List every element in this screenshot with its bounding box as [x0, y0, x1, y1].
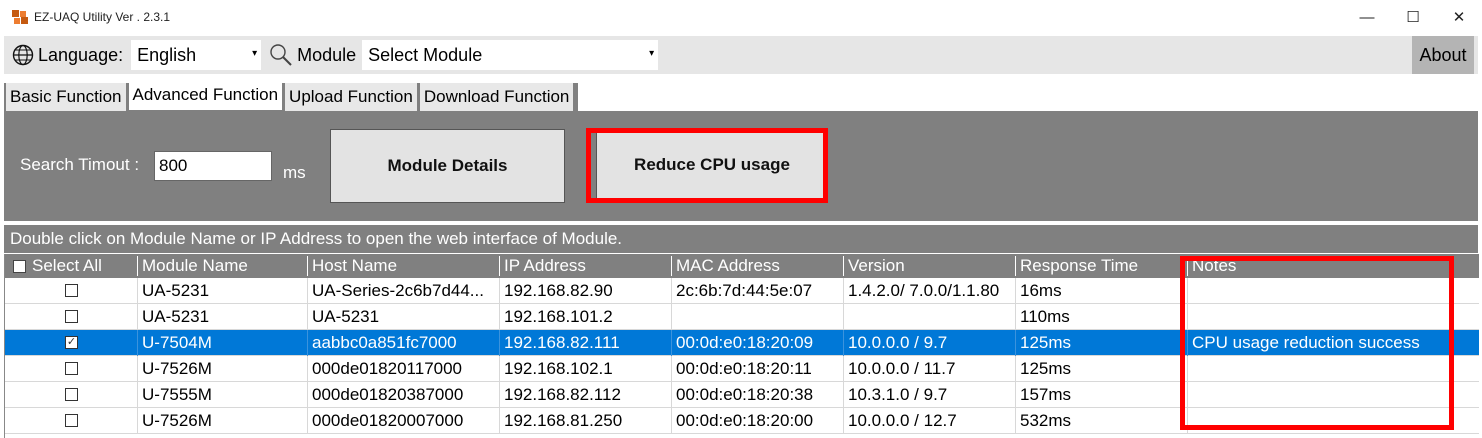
window-title: EZ-UAQ Utility Ver . 2.3.1 [34, 10, 171, 24]
cell-host-name: 000de01820007000 [312, 411, 464, 430]
checkbox-icon [13, 259, 26, 273]
dropdown-arrow-icon: ▾ [252, 48, 258, 59]
minimize-button[interactable]: — [1344, 0, 1390, 34]
column-header-version[interactable]: Version [844, 254, 1014, 278]
cell-version: 10.0.0.0 / 11.7 [848, 359, 956, 378]
search-timeout-input[interactable]: 800 [154, 151, 272, 181]
close-button[interactable]: ✕ [1436, 0, 1482, 34]
language-select[interactable]: English ▾ [131, 40, 262, 70]
row-checkbox[interactable] [65, 362, 78, 375]
cell-response-time: 125ms [1020, 359, 1072, 378]
row-checkbox[interactable] [65, 310, 78, 323]
globe-icon [12, 44, 34, 66]
cell-version: 1.4.2.0/ 7.0.0/1.1.80 [848, 281, 1000, 300]
cell-module-name[interactable]: U-7504M [138, 330, 306, 356]
title-bar: EZ-UAQ Utility Ver . 2.3.1 — ☐ ✕ [0, 0, 1482, 34]
select-all-checkbox[interactable]: Select All [9, 254, 137, 278]
cell-response-time: 532ms [1020, 411, 1072, 430]
cell-host-name: UA-Series-2c6b7d44... [312, 281, 484, 300]
cell-mac-address: 00:0d:e0:18:20:00 [676, 411, 814, 430]
cell-host-name: 000de01820387000 [312, 385, 464, 404]
row-checkbox[interactable] [65, 414, 78, 427]
cell-mac-address: 2c:6b:7d:44:5e:07 [676, 281, 813, 300]
row-checkbox[interactable] [65, 388, 78, 401]
module-label: Module [297, 44, 357, 65]
language-label: Language: [38, 44, 124, 65]
row-checkbox[interactable] [65, 284, 78, 297]
cell-ip-address[interactable]: 192.168.101.2 [500, 304, 670, 330]
highlight-box-notes-column [1180, 256, 1454, 430]
module-select[interactable]: Select Module ▾ [362, 40, 659, 70]
cell-version: 10.3.1.0 / 9.7 [848, 385, 948, 404]
column-header-response-time[interactable]: Response Time [1016, 254, 1186, 278]
cell-ip-address[interactable]: 192.168.102.1 [500, 356, 670, 382]
cell-host-name: UA-5231 [312, 307, 380, 326]
cell-response-time: 157ms [1020, 385, 1072, 404]
tab-upload-function[interactable]: Upload Function [285, 83, 417, 111]
module-value: Select Module [368, 44, 483, 65]
cell-response-time: 16ms [1020, 281, 1062, 300]
tab-download-function[interactable]: Download Function [419, 83, 574, 111]
cell-module-name[interactable]: UA-5231 [138, 304, 306, 330]
row-checkbox[interactable]: ✓ [65, 336, 78, 349]
about-button[interactable]: About [1412, 36, 1474, 74]
cell-ip-address[interactable]: 192.168.81.250 [500, 408, 670, 434]
toolbar: Language: English ▾ Module Select Module… [4, 36, 1478, 74]
cell-host-name: 000de01820117000 [312, 359, 463, 378]
cell-version [844, 304, 1014, 330]
column-header-host-name[interactable]: Host Name [308, 254, 498, 278]
hint-text: Double click on Module Name or IP Addres… [4, 225, 1478, 253]
cell-ip-address[interactable]: 192.168.82.90 [500, 278, 670, 304]
timeout-unit-label: ms [283, 163, 306, 182]
app-logo-icon [12, 10, 28, 24]
column-header-mac-address[interactable]: MAC Address [672, 254, 842, 278]
language-value: English [137, 44, 197, 65]
search-timeout-label: Search Timout : [20, 155, 140, 174]
cell-module-name[interactable]: U-7526M [138, 356, 306, 382]
tab-advanced-function[interactable]: Advanced Function [128, 80, 283, 110]
module-details-button[interactable]: Module Details [330, 129, 565, 203]
select-all-label: Select All [32, 256, 102, 275]
dropdown-arrow-icon: ▾ [649, 48, 655, 59]
cell-mac-address [672, 304, 842, 330]
tab-bar: Basic Function Advanced Function Upload … [4, 80, 579, 111]
tab-basic-function[interactable]: Basic Function [6, 83, 126, 111]
maximize-button[interactable]: ☐ [1390, 0, 1436, 34]
search-icon [270, 44, 292, 66]
highlight-box-reduce-button [586, 128, 828, 203]
cell-module-name[interactable]: U-7526M [138, 408, 306, 434]
cell-ip-address[interactable]: 192.168.82.112 [500, 382, 670, 408]
cell-mac-address: 00:0d:e0:18:20:09 [676, 333, 814, 352]
cell-module-name[interactable]: U-7555M [138, 382, 306, 408]
cell-version: 10.0.0.0 / 12.7 [848, 411, 957, 430]
column-header-ip-address[interactable]: IP Address [500, 254, 670, 278]
cell-response-time: 110ms [1020, 307, 1070, 326]
column-header-module-name[interactable]: Module Name [138, 254, 306, 278]
cell-mac-address: 00:0d:e0:18:20:38 [676, 385, 814, 404]
cell-module-name[interactable]: UA-5231 [138, 278, 306, 304]
cell-ip-address[interactable]: 192.168.82.111 [500, 330, 670, 356]
cell-version: 10.0.0.0 / 9.7 [848, 333, 948, 352]
cell-response-time: 125ms [1020, 333, 1072, 352]
cell-host-name: aabbc0a851fc7000 [312, 333, 457, 352]
cell-mac-address: 00:0d:e0:18:20:11 [676, 359, 812, 378]
